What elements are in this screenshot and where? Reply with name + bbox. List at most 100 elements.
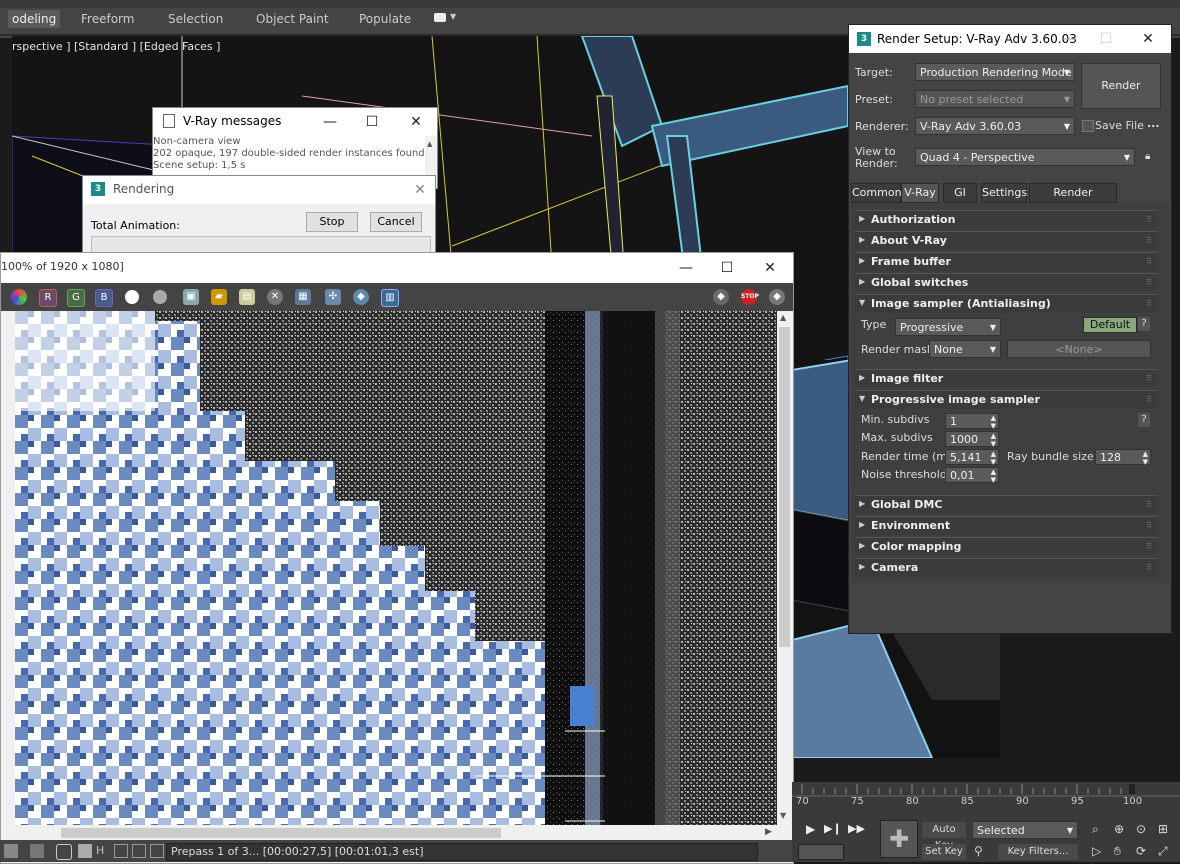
vray-messages-titlebar[interactable]: V-Ray messages — ☐ ✕ — [153, 108, 437, 136]
render-teapot-icon[interactable]: ◆ — [713, 289, 729, 305]
color-channels-icon[interactable] — [11, 289, 27, 305]
film-icon[interactable]: ▥ — [381, 289, 399, 307]
tab-common[interactable]: Common — [851, 183, 902, 203]
maximize-icon[interactable]: ☐ — [712, 257, 742, 279]
cancel-button[interactable]: Cancel — [370, 212, 422, 232]
green-channel-button[interactable]: G — [67, 289, 85, 307]
close-icon[interactable]: ✕ — [1133, 28, 1163, 50]
default-button[interactable]: Default — [1083, 317, 1137, 333]
spinner-arrows-icon[interactable]: ▲ ▼ — [991, 432, 996, 448]
min-subdivs-spinner[interactable]: 1 ▲ ▼ — [945, 413, 999, 430]
set-keys-icon[interactable]: ✚ — [880, 820, 918, 858]
rollout-frame-buffer[interactable]: ▶ Frame buffer ⠿ — [855, 252, 1157, 271]
render-time-spinner[interactable]: 5,141 ▲ ▼ — [945, 449, 999, 466]
scroll-down-icon[interactable]: ▼ — [780, 811, 786, 820]
rendering-titlebar[interactable]: 3 Rendering ✕ — [83, 176, 435, 204]
spinner-arrows-icon[interactable]: ▲ ▼ — [991, 468, 996, 484]
help-button[interactable]: ? — [1138, 413, 1150, 427]
clear-icon[interactable]: ✕ — [267, 289, 283, 305]
rollout-progressive-sampler[interactable]: ▼ Progressive image sampler ⠿ — [855, 390, 1157, 409]
track-mouse-icon[interactable]: ✣ — [325, 289, 341, 305]
tab-object-paint[interactable]: Object Paint — [256, 10, 329, 28]
rollout-authorization[interactable]: ▶ Authorization ⠿ — [855, 210, 1157, 229]
tab-vray[interactable]: V-Ray — [901, 183, 939, 203]
rollout-image-filter[interactable]: ▶ Image filter ⠿ — [855, 369, 1157, 388]
vfb-titlebar[interactable]: 100% of 1920 x 1080] — ☐ ✕ — [1, 253, 793, 283]
renderer-dropdown[interactable]: V-Ray Adv 3.60.03 ▼ — [915, 117, 1075, 135]
maximize-icon[interactable]: ☐ — [357, 111, 387, 133]
mono-icon[interactable] — [153, 290, 167, 304]
help-button[interactable]: ? — [1138, 317, 1150, 331]
noise-threshold-spinner[interactable]: 0,01 ▲ ▼ — [945, 467, 999, 484]
tab-populate[interactable]: Populate — [359, 10, 411, 28]
tab-modeling[interactable]: odeling — [8, 10, 61, 28]
rollout-camera[interactable]: ▶ Camera ⠿ — [855, 558, 1157, 577]
time-slider[interactable] — [1129, 784, 1135, 794]
tab-gi[interactable]: GI — [943, 183, 977, 203]
render-mask-object-field[interactable]: <None> — [1007, 340, 1151, 358]
pan-hand-icon[interactable]: ✋︎ — [1114, 844, 1121, 859]
close-icon[interactable]: ✕ — [401, 111, 431, 133]
script-icon[interactable] — [4, 844, 18, 858]
render-setup-titlebar[interactable]: 3 Render Setup: V-Ray Adv 3.60.03 — ☐ ✕ — [849, 25, 1171, 53]
zoom-icon[interactable]: ⌕ — [1092, 822, 1099, 837]
tab-settings[interactable]: Settings — [981, 183, 1027, 203]
render-button[interactable]: Render — [1081, 63, 1161, 109]
orbit-icon[interactable]: ⟳ — [1136, 844, 1146, 858]
folder-icon[interactable] — [56, 844, 72, 860]
history-icon[interactable] — [78, 844, 92, 858]
rollout-color-mapping[interactable]: ▶ Color mapping ⠿ — [855, 537, 1157, 556]
spinner-arrows-icon[interactable]: ▲ ▼ — [991, 414, 996, 430]
render-mask-dropdown[interactable]: None ▼ — [929, 340, 1001, 358]
next-frame-icon[interactable]: ▶❙ — [824, 822, 842, 835]
maximize-viewport-icon[interactable]: ⤢ — [1158, 844, 1168, 859]
key-mode-icon[interactable]: ⚲ — [974, 844, 983, 858]
region-icon[interactable]: ▦ — [295, 289, 311, 305]
lock-icon[interactable]: 🔒︎ — [1145, 151, 1155, 163]
ribbon-options-icon[interactable] — [434, 13, 446, 22]
tab-selection[interactable]: Selection — [168, 10, 223, 28]
scroll-right-icon[interactable]: ▶ — [765, 827, 772, 837]
save-file-checkbox[interactable] — [1082, 120, 1094, 132]
key-selection-dropdown[interactable]: Selected ▼ — [972, 821, 1078, 839]
zoom-extents-all-icon[interactable]: ⊞ — [1158, 822, 1168, 836]
rollout-image-sampler[interactable]: ▼ Image sampler (Antialiasing) ⠿ — [855, 294, 1157, 313]
vfb-horizontal-scrollbar[interactable]: ▶ — [1, 825, 793, 841]
clipboard-icon[interactable]: ▤ — [239, 289, 255, 305]
stop-button[interactable]: Stop — [306, 212, 358, 232]
field-of-view-icon[interactable]: ▷ — [1092, 844, 1101, 858]
close-icon[interactable]: ✕ — [755, 257, 785, 279]
viewport-label[interactable]: rspective ] [Standard ] [Edged Faces ] — [12, 40, 220, 53]
render-last-icon[interactable]: ◆ — [769, 289, 785, 305]
ray-bundle-spinner[interactable]: 128 ▲ ▼ — [1095, 449, 1151, 466]
save-file-browse-button[interactable]: ... — [1147, 117, 1160, 130]
auto-key-button[interactable]: Auto Key — [922, 822, 966, 851]
open-folder-icon[interactable]: ▰ — [211, 289, 227, 305]
rollout-environment[interactable]: ▶ Environment ⠿ — [855, 516, 1157, 535]
sampler-type-dropdown[interactable]: Progressive ▼ — [895, 318, 1001, 336]
history-label[interactable]: H — [96, 844, 104, 857]
target-dropdown[interactable]: Production Rendering Mode ▼ — [915, 63, 1075, 81]
scroll-up-icon[interactable]: ▲ — [780, 313, 786, 322]
close-icon[interactable]: ✕ — [405, 179, 435, 201]
minimize-icon[interactable]: — — [671, 257, 701, 279]
key-filters-button[interactable]: Key Filters... — [998, 844, 1078, 860]
scroll-up-icon[interactable]: ▲ — [427, 140, 432, 148]
minimize-icon[interactable]: — — [315, 111, 345, 133]
view-to-render-dropdown[interactable]: Quad 4 - Perspective ▼ — [915, 148, 1135, 166]
teapot-icon[interactable]: ◆ — [353, 289, 369, 305]
list-icon[interactable] — [30, 844, 44, 858]
timeline-ruler[interactable]: 70 75 80 85 90 95 100 — [792, 782, 1180, 814]
zoom-extents-icon[interactable]: ⊙ — [1136, 822, 1146, 836]
hscroll-thumb[interactable] — [61, 828, 501, 838]
rollout-about-vray[interactable]: ▶ About V-Ray ⠿ — [855, 231, 1157, 250]
spinner-arrows-icon[interactable]: ▲ ▼ — [1143, 450, 1148, 466]
tab-render-elements[interactable]: Render Elements — [1029, 183, 1117, 217]
minimize-icon[interactable]: — — [1055, 28, 1085, 50]
rollout-global-switches[interactable]: ▶ Global switches ⠿ — [855, 273, 1157, 292]
vfb-vertical-scrollbar[interactable]: ▲ ▼ — [777, 311, 792, 825]
chevron-down-icon[interactable]: ▼ — [450, 12, 456, 21]
vscroll-thumb[interactable] — [779, 327, 790, 647]
tab-freeform[interactable]: Freeform — [81, 10, 134, 28]
alpha-icon[interactable] — [125, 290, 139, 304]
